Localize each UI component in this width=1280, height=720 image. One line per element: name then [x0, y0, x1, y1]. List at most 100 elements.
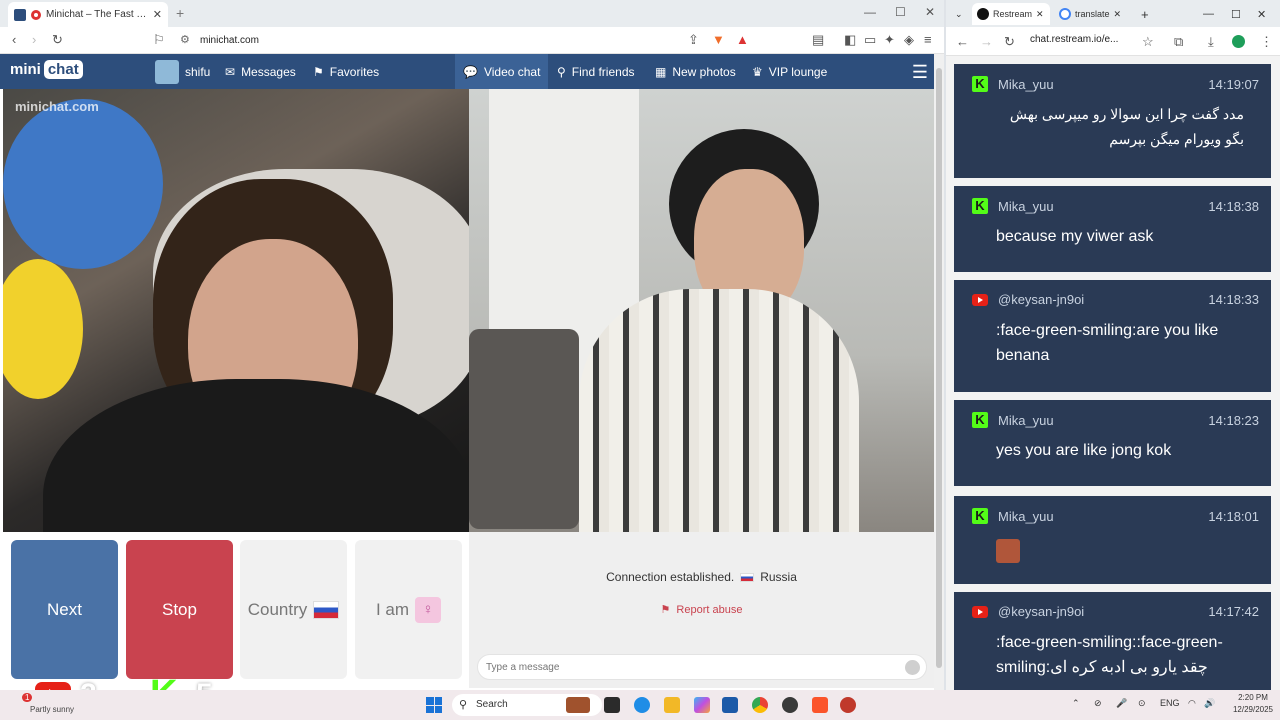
- stop-button[interactable]: Stop: [126, 540, 233, 679]
- country-filter-button[interactable]: Country: [240, 540, 347, 679]
- chrome-icon[interactable]: [752, 697, 768, 713]
- reload-icon[interactable]: ↻: [1004, 33, 1015, 51]
- next-label: Next: [47, 599, 82, 619]
- nav-video-chat[interactable]: 💬 Video chat: [455, 54, 549, 89]
- menu-icon[interactable]: ≡: [924, 31, 932, 49]
- profile-avatar-icon[interactable]: [1232, 35, 1245, 48]
- clock-date: 12/29/2025: [1232, 705, 1274, 714]
- tab-restream[interactable]: Restream ✕: [972, 3, 1050, 25]
- message-header: K Mika_yuu 14:18:38: [972, 198, 1259, 214]
- minimize-icon[interactable]: —: [1198, 3, 1219, 25]
- start-menu-icon[interactable]: [426, 697, 442, 713]
- emoji-icon[interactable]: [905, 660, 920, 675]
- reload-icon[interactable]: ↻: [52, 31, 63, 49]
- message-header: K Mika_yuu 14:19:07: [972, 76, 1259, 92]
- address-bar[interactable]: ⚙ minichat.com: [172, 31, 732, 50]
- country-label: Country: [247, 599, 308, 619]
- minimize-icon[interactable]: —: [864, 5, 876, 19]
- edge-icon[interactable]: [634, 697, 650, 713]
- location-icon[interactable]: ⊙: [1138, 698, 1146, 709]
- new-tab-icon[interactable]: +: [176, 5, 184, 21]
- wifi-icon[interactable]: ◠: [1188, 698, 1196, 709]
- volume-icon[interactable]: 🔊: [1204, 698, 1215, 709]
- user-name: shifu: [185, 64, 211, 79]
- leo-ai-icon[interactable]: ✦: [884, 31, 895, 49]
- text-chat-panel: Connection established. Russia ⚑ Report …: [469, 532, 934, 688]
- tab-strip: Minichat – The Fast Video Ch ✕ + — ☐ ✕: [0, 0, 944, 27]
- next-button[interactable]: Next: [11, 540, 118, 679]
- tab-minichat[interactable]: Minichat – The Fast Video Ch ✕: [8, 2, 168, 27]
- language-indicator[interactable]: ENG: [1160, 698, 1180, 708]
- download-icon[interactable]: ⤓: [1208, 33, 1214, 51]
- message-input[interactable]: [486, 662, 896, 673]
- pinned-app-icon[interactable]: [840, 697, 856, 713]
- close-window-icon[interactable]: ✕: [1252, 3, 1271, 25]
- message-header: @keysan-jn9oi 14:18:33: [972, 292, 1259, 307]
- network-off-icon[interactable]: ⊘: [1094, 698, 1102, 709]
- system-clock[interactable]: 2:20 PM 12/29/2025: [1228, 692, 1278, 716]
- nav-favorites-label: Favorites: [329, 64, 380, 79]
- sidebar-icon[interactable]: ◧: [844, 31, 856, 49]
- share-icon[interactable]: ⇪: [688, 31, 699, 49]
- new-tab-icon[interactable]: +: [1136, 3, 1154, 25]
- google-favicon-icon: [1059, 8, 1071, 20]
- obs-icon[interactable]: [782, 697, 798, 713]
- envelope-icon: ✉: [225, 64, 236, 79]
- close-tab-icon[interactable]: ✕: [153, 8, 162, 21]
- tab-list-icon[interactable]: ⌄: [950, 3, 968, 25]
- weather-widget[interactable]: Partly sunny: [30, 705, 74, 714]
- copilot-icon[interactable]: [694, 697, 710, 713]
- back-icon[interactable]: ‹: [12, 31, 16, 49]
- message-author: Mika_yuu: [998, 412, 1054, 428]
- brave-shields-icon[interactable]: ▼: [712, 31, 725, 49]
- nav-new-photos[interactable]: ▦ New photos: [655, 54, 736, 89]
- close-tab-icon[interactable]: ✕: [1114, 9, 1122, 20]
- i-am-label: I am: [375, 599, 410, 619]
- tab-translate[interactable]: translate ✕: [1054, 3, 1134, 25]
- youtube-icon: [972, 293, 988, 306]
- nav-find-friends[interactable]: ⚲ Find friends: [557, 54, 635, 89]
- minichat-logo[interactable]: mini chat: [10, 60, 83, 79]
- nav-messages[interactable]: ✉ Messages: [225, 54, 296, 89]
- brave-rewards-icon[interactable]: ▲: [736, 31, 749, 49]
- extensions-icon[interactable]: ⧉: [1174, 33, 1183, 51]
- tray-overflow-icon[interactable]: ⌃: [1072, 698, 1080, 709]
- store-icon[interactable]: [722, 697, 738, 713]
- page-scrollbar[interactable]: [934, 54, 944, 690]
- back-icon[interactable]: ←: [956, 33, 969, 51]
- vpn-icon[interactable]: ◈: [904, 31, 914, 49]
- brave-icon[interactable]: [812, 697, 828, 713]
- address-bar[interactable]: chat.restream.io/e...: [1030, 34, 1140, 45]
- microphone-icon[interactable]: 🎤: [1116, 698, 1127, 709]
- site-info-icon[interactable]: ⚙: [180, 31, 190, 50]
- file-explorer-icon[interactable]: [664, 697, 680, 713]
- more-menu-icon[interactable]: ⋮: [1260, 33, 1273, 51]
- message-time: 14:18:33: [1208, 292, 1259, 307]
- message-time: 14:19:07: [1208, 76, 1259, 92]
- message-text: :face-green-smiling::face-green-smiling:…: [996, 634, 1223, 676]
- forward-icon[interactable]: →: [980, 33, 993, 51]
- reader-mode-icon[interactable]: ▤: [812, 31, 824, 49]
- nav-user-profile[interactable]: shifu: [155, 54, 210, 89]
- hamburger-menu-icon[interactable]: ☰: [912, 62, 928, 83]
- wallet-icon[interactable]: ▭: [864, 31, 876, 49]
- maximize-icon[interactable]: ☐: [1226, 3, 1246, 25]
- guitar-app-icon[interactable]: [566, 697, 590, 713]
- bookmark-icon[interactable]: ⚐: [153, 31, 165, 49]
- close-window-icon[interactable]: ✕: [925, 5, 935, 19]
- maximize-icon[interactable]: ☐: [895, 5, 906, 19]
- nav-vip-lounge[interactable]: ♛ VIP lounge: [752, 54, 827, 89]
- report-abuse-link[interactable]: ⚑ Report abuse: [469, 603, 934, 617]
- chat-message-card: @keysan-jn9oi 14:17:42 :face-green-smili…: [954, 592, 1271, 690]
- task-view-icon[interactable]: [604, 697, 620, 713]
- gender-select-button[interactable]: I am ♀: [355, 540, 462, 679]
- forward-icon[interactable]: ›: [32, 31, 36, 49]
- close-tab-icon[interactable]: ✕: [1036, 9, 1044, 20]
- star-icon[interactable]: ☆: [1142, 33, 1154, 51]
- plush-pikachu-image: [3, 259, 83, 399]
- nav-favorites[interactable]: ⚑ Favorites: [313, 54, 379, 89]
- connection-status: Connection established. Russia: [469, 570, 934, 584]
- tab-translate-title: translate: [1075, 9, 1110, 19]
- female-user-icon: ♀: [415, 596, 442, 623]
- scrollbar-thumb[interactable]: [936, 68, 942, 668]
